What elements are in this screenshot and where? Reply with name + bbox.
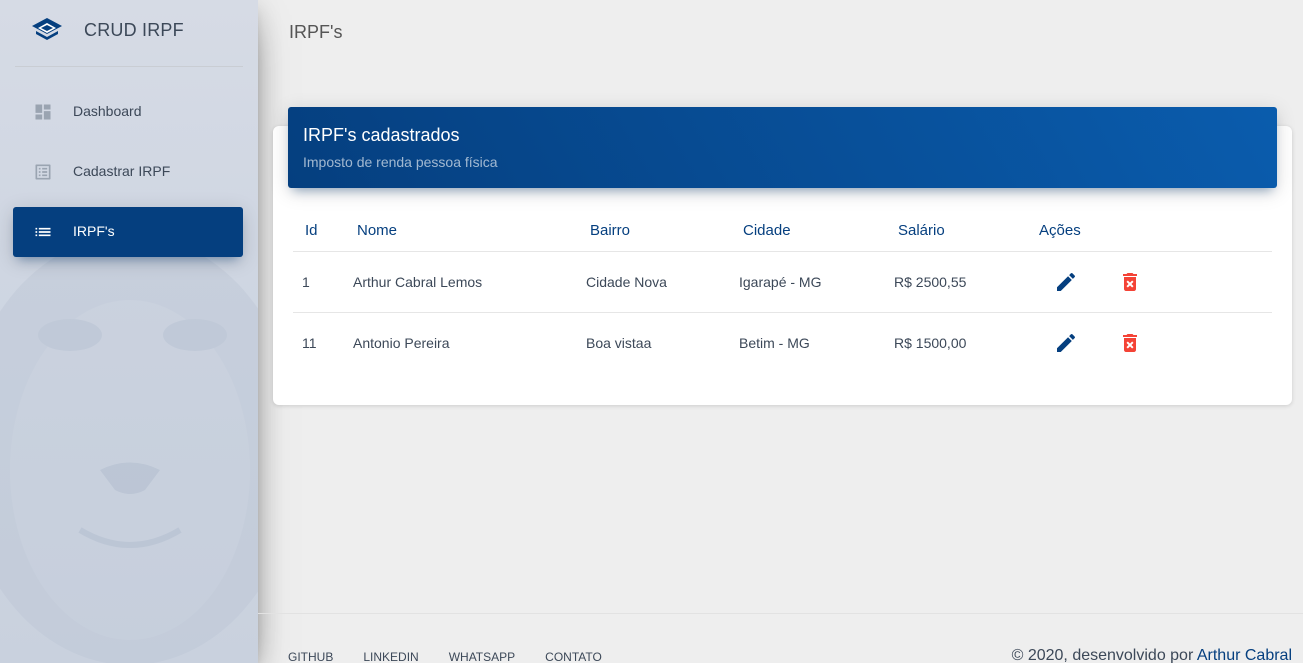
list-alt-icon [35,164,51,180]
card-subtitle: Imposto de renda pessoa física [303,154,498,170]
table-row: 1 Arthur Cabral Lemos Cidade Nova Igarap… [293,251,1272,313]
cell-salario: R$ 1500,00 [894,334,967,351]
cell-nome: Arthur Cabral Lemos [353,251,586,313]
sidebar-item-label: Cadastrar IRPF [73,163,171,179]
cell-bairro: Cidade Nova [586,251,739,313]
column-header-acoes: Ações [1039,211,1272,252]
footer-links: GITHUB LINKEDIN WHATSAPP CONTATO [288,650,632,663]
sidebar-item-cadastrar-irpf[interactable]: Cadastrar IRPF [13,147,243,197]
card-title: IRPF's cadastrados [303,125,460,145]
footer-link-github[interactable]: GITHUB [288,650,333,663]
footer-link-contato[interactable]: CONTATO [545,650,602,663]
column-header-bairro: Bairro [586,211,739,252]
list-icon [35,227,51,237]
cell-id: 1 [293,251,353,313]
table-header-row: Id Nome Bairro Cidade Salário Ações [293,211,1272,252]
edit-icon[interactable] [1054,270,1078,294]
sidebar-item-label: Dashboard [73,103,142,119]
lion-background-image [0,240,258,663]
cell-acoes [1039,312,1272,373]
page-title: IRPF's [289,22,343,42]
cell-acoes [1039,251,1272,313]
delete-forever-icon[interactable] [1118,270,1142,294]
brand[interactable]: CRUD IRPF [15,0,243,67]
sidebar: CRUD IRPF Dashboard Cadastrar IRPF IRPF'… [0,0,258,663]
brand-title: CRUD IRPF [84,20,184,40]
table-row: 11 Antonio Pereira Boa vistaa Betim - MG… [293,312,1272,373]
irpf-table: Id Nome Bairro Cidade Salário Ações 1 Ar… [293,211,1272,373]
edit-icon[interactable] [1054,331,1078,355]
receita-federal-logo-icon [32,18,62,40]
footer-link-linkedin[interactable]: LINKEDIN [363,650,418,663]
dashboard-icon [35,104,51,120]
sidebar-item-irpfs[interactable]: IRPF's [13,207,243,257]
copyright-text: © 2020, desenvolvido por [1011,647,1197,663]
cell-bairro: Boa vistaa [586,334,652,351]
cell-nome: Antonio Pereira [353,334,450,351]
delete-forever-icon[interactable] [1118,331,1142,355]
cell-cidade: Igarapé - MG [739,251,894,313]
sidebar-item-dashboard[interactable]: Dashboard [13,87,243,137]
cell-id: 11 [302,334,317,351]
sidebar-item-label: IRPF's [73,223,115,239]
sidebar-nav: Dashboard Cadastrar IRPF IRPF's [0,87,258,257]
copyright: © 2020, desenvolvido por Arthur Cabral [1012,647,1292,663]
cell-cidade: Betim - MG [739,334,810,351]
copyright-author-link[interactable]: Arthur Cabral [1197,647,1292,663]
column-header-salario: Salário [894,211,1039,252]
column-header-id: Id [293,211,353,252]
footer: GITHUB LINKEDIN WHATSAPP CONTATO © 2020,… [258,613,1303,663]
irpf-list-card: IRPF's cadastrados Imposto de renda pess… [273,107,1292,405]
card-header: IRPF's cadastrados Imposto de renda pess… [288,107,1277,188]
column-header-cidade: Cidade [739,211,894,252]
cell-salario: R$ 2500,55 [894,251,1039,313]
column-header-nome: Nome [353,211,586,252]
footer-link-whatsapp[interactable]: WHATSAPP [449,650,515,663]
